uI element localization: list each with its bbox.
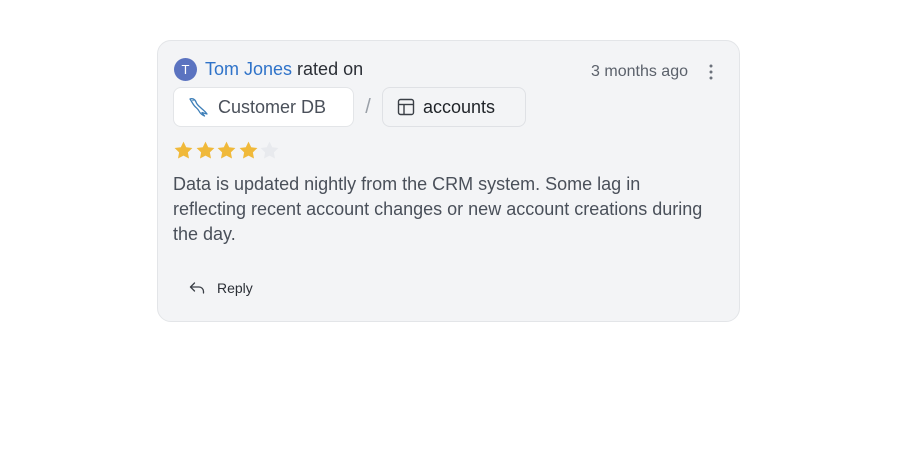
table-grid-icon [397,98,415,116]
breadcrumb: Customer DB / accounts [173,87,526,127]
reply-arrow-icon [189,282,205,294]
avatar-initial: T [181,61,190,77]
database-chip-label: Customer DB [218,96,327,117]
review-card: T Tom Jones rated on 3 months ago Custom… [157,40,740,322]
star-filled-icon [196,141,214,159]
table-chip[interactable]: accounts [382,87,526,127]
mysql-dolphin-icon [189,97,208,117]
review-body: Data is updated nightly from the CRM sys… [173,174,703,244]
avatar: T [174,57,197,81]
author-link[interactable]: Tom Jones [205,59,292,80]
review-header: T Tom Jones rated on [174,57,363,81]
rated-on-text: rated on [297,58,364,79]
reply-label: Reply [217,280,253,296]
reply-button[interactable]: Reply [189,276,253,300]
review-timestamp: 3 months ago [591,63,688,80]
star-filled-icon [174,141,193,159]
table-chip-label: accounts [423,96,496,117]
more-options-button[interactable] [703,61,719,83]
star-empty-icon [260,141,279,159]
breadcrumb-separator: / [365,95,371,118]
star-rating [173,140,281,161]
kebab-vertical-icon [709,64,713,80]
database-chip[interactable]: Customer DB [173,87,354,127]
star-filled-icon [239,141,257,159]
star-filled-icon [217,141,236,159]
